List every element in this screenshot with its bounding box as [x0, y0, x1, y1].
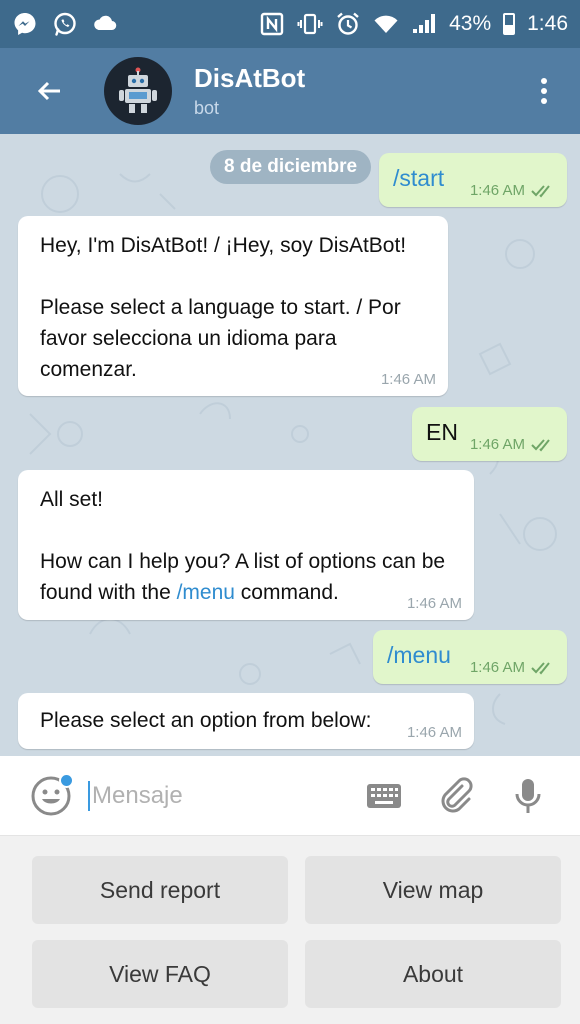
emoji-button[interactable]: [30, 772, 74, 817]
message-text: All set! How can I help you? A list of o…: [40, 484, 460, 608]
bot-reply-keyboard: Send report View map View FAQ About: [0, 836, 580, 1024]
message-outgoing[interactable]: /menu 1:46 AM: [373, 630, 567, 684]
avatar[interactable]: [104, 57, 172, 125]
bot-keyboard-button[interactable]: [362, 774, 406, 818]
status-bar: 43% 1:46: [0, 0, 580, 48]
double-check-icon: [531, 662, 550, 675]
double-check-icon: [531, 185, 550, 198]
status-notifications: [12, 11, 118, 37]
notification-dot: [59, 772, 74, 788]
battery-icon: [503, 13, 516, 35]
chat-header: DisAtBot bot: [0, 48, 580, 134]
arrow-back-icon: [37, 81, 60, 101]
battery-percent: 43%: [449, 12, 492, 35]
message-text: /start: [393, 165, 445, 191]
chat-subtitle: bot: [194, 98, 220, 118]
status-time: 1:46: [527, 12, 568, 35]
message-text: Please select an option from below:: [40, 709, 372, 732]
message-meta: 1:46 AM: [470, 183, 555, 199]
view-map-button[interactable]: View map: [305, 856, 561, 924]
message-text: EN: [426, 419, 458, 445]
view-faq-button[interactable]: View FAQ: [32, 940, 288, 1008]
paperclip-icon: [441, 776, 473, 812]
message-time: 1:46 AM: [380, 371, 436, 388]
chat-history[interactable]: 8 de diciembre /start 1:46 AM Hey, I'm D…: [0, 134, 580, 756]
message-meta: 1:46 AM: [470, 660, 555, 676]
robot-icon: [119, 67, 157, 113]
keyboard-icon: [367, 783, 401, 808]
send-report-button[interactable]: Send report: [32, 856, 288, 924]
message-meta: 1:46 AM: [470, 437, 555, 453]
menu-command-link[interactable]: /menu: [177, 581, 235, 604]
message-text: /menu: [387, 642, 451, 668]
signal-icon: [411, 11, 437, 37]
text-cursor: [88, 780, 90, 811]
chat-title-block[interactable]: DisAtBot bot: [194, 63, 305, 119]
double-check-icon: [531, 439, 550, 452]
date-separator: 8 de diciembre: [210, 150, 372, 184]
whatsapp-icon: [52, 11, 78, 37]
more-vert-icon: [541, 78, 547, 104]
about-button[interactable]: About: [305, 940, 561, 1008]
alarm-icon: [335, 11, 361, 37]
message-composer: [0, 756, 580, 836]
message-input[interactable]: [92, 781, 332, 810]
message-time: 1:46 AM: [469, 659, 525, 676]
message-time: 1:46 AM: [469, 182, 525, 199]
message-time: 1:46 AM: [406, 724, 462, 741]
microphone-icon: [515, 778, 541, 813]
attach-button[interactable]: [434, 774, 478, 818]
more-options-button[interactable]: [524, 61, 564, 121]
vibrate-icon: [297, 11, 323, 37]
chat-title: DisAtBot: [194, 63, 306, 93]
message-time: 1:46 AM: [406, 595, 462, 612]
message-incoming[interactable]: Hey, I'm DisAtBot! / ¡Hey, soy DisAtBot!…: [18, 216, 448, 396]
message-time: 1:46 AM: [469, 436, 525, 453]
message-incoming[interactable]: All set! How can I help you? A list of o…: [18, 470, 474, 620]
nfc-icon: [259, 11, 285, 37]
back-button[interactable]: [20, 61, 80, 121]
status-system: 43% 1:46: [259, 11, 568, 37]
messenger-icon: [12, 11, 38, 37]
message-outgoing[interactable]: /start 1:46 AM: [379, 153, 567, 207]
message-incoming[interactable]: Please select an option from below: 1:46…: [18, 693, 474, 749]
message-outgoing[interactable]: EN 1:46 AM: [412, 407, 567, 461]
voice-message-button[interactable]: [506, 774, 550, 818]
cloud-icon: [92, 11, 118, 37]
wifi-icon: [373, 11, 399, 37]
message-text: Hey, I'm DisAtBot! / ¡Hey, soy DisAtBot!…: [40, 234, 407, 381]
message-text-part: command.: [234, 581, 339, 604]
